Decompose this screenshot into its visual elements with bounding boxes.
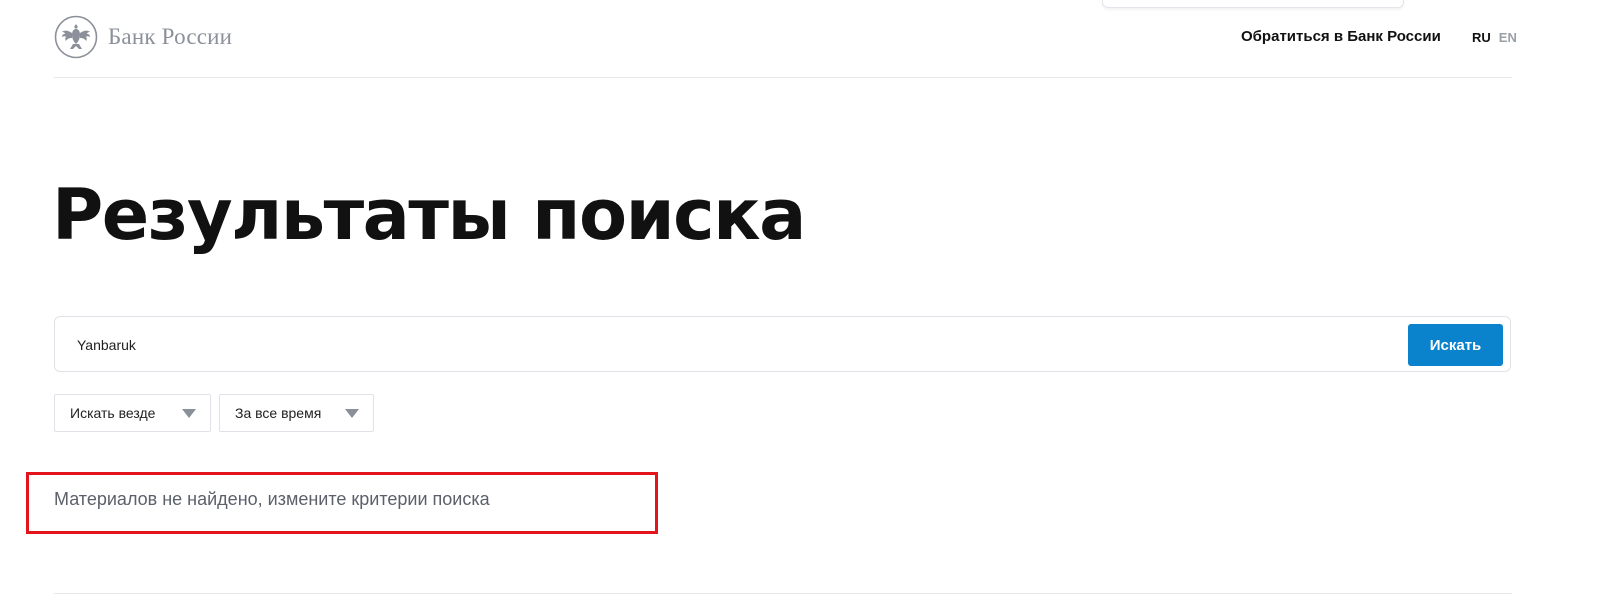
page-title: Результаты поиска bbox=[52, 174, 806, 256]
lang-ru[interactable]: RU bbox=[1472, 30, 1491, 45]
chevron-down-icon bbox=[345, 409, 359, 418]
language-switcher: RU EN bbox=[1472, 30, 1517, 45]
site-header: Банк России Обратиться в Банк России RU … bbox=[54, 0, 1517, 78]
contact-bank-link[interactable]: Обратиться в Банк России bbox=[1241, 28, 1441, 45]
search-scope-value: Искать везде bbox=[70, 405, 156, 421]
search-button[interactable]: Искать bbox=[1408, 324, 1503, 366]
lang-en[interactable]: EN bbox=[1499, 30, 1517, 45]
logo-text: Банк России bbox=[108, 24, 233, 49]
chevron-down-icon bbox=[182, 409, 196, 418]
search-box: Искать bbox=[54, 316, 1511, 372]
search-input[interactable] bbox=[75, 331, 1379, 359]
time-range-select[interactable]: За все время bbox=[219, 394, 374, 432]
time-range-value: За все время bbox=[235, 405, 322, 421]
search-scope-select[interactable]: Искать везде bbox=[54, 394, 211, 432]
no-results-message: Материалов не найдено, измените критерии… bbox=[54, 489, 490, 509]
footer-divider bbox=[54, 593, 1512, 594]
site-logo[interactable]: Банк России bbox=[54, 15, 232, 59]
double-headed-eagle-icon bbox=[54, 15, 98, 59]
